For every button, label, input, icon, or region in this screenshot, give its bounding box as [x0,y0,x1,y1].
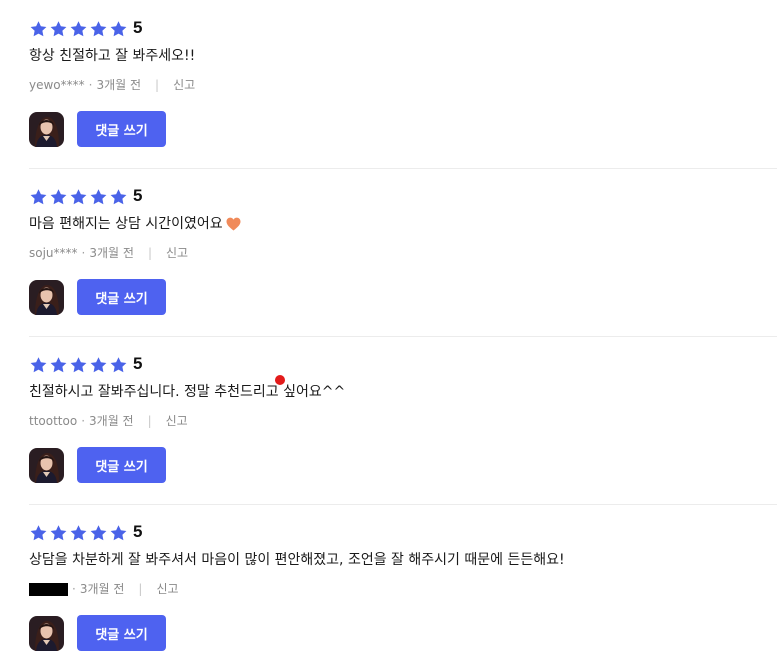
report-link[interactable]: 신고 [166,244,188,262]
reply-button[interactable]: 댓글 쓰기 [77,279,166,315]
review-text: 친절하시고 잘봐주십니다. 정말 추천드리고 싶어요^^ [29,382,777,402]
star-icon [90,524,107,540]
meta-dot: · [81,246,86,260]
rating-row: 5 [29,520,777,544]
review-actions: 댓글 쓰기 [29,447,777,483]
reviewer-name: soju**** [29,246,78,260]
review-text-content: 친절하시고 잘봐주십니다. 정말 추천드리고 싶어요^^ [29,384,346,400]
review-text: 상담을 차분하게 잘 봐주셔서 마음이 많이 편안해졌고, 조언을 잘 해주시기… [29,550,777,570]
star-icon [90,20,107,36]
rating-score: 5 [133,186,143,205]
counselor-avatar [29,615,64,651]
meta-dot: · [72,582,76,596]
reply-button[interactable]: 댓글 쓰기 [77,111,166,147]
rating-score: 5 [133,522,143,541]
counselor-avatar [29,279,64,315]
review-meta: yewo**** · 3개월 전 | 신고 [29,76,777,94]
star-icon [30,188,47,204]
rating-row: 5 [29,184,777,208]
star-icon [110,188,127,204]
report-link[interactable]: 신고 [173,76,195,94]
star-icon [50,524,67,540]
rating-score: 5 [133,354,143,373]
review-time: 3개월 전 [89,414,134,428]
report-link[interactable]: 신고 [156,580,178,598]
star-icon [70,356,87,372]
star-icon [70,524,87,540]
heart-icon [226,217,241,231]
star-icon [110,20,127,36]
star-icon [90,356,107,372]
review-time: 3개월 전 [89,246,134,260]
reviewer-name: ttoottoo [29,414,78,428]
star-rating [29,187,128,206]
review-text-content: 마음 편해지는 상담 시간이였어요 [29,216,223,232]
star-rating [29,19,128,38]
review-meta: ttoottoo · 3개월 전 | 신고 [29,412,777,430]
meta-dot: · [88,78,93,92]
reviewer-name-redacted [29,582,68,596]
star-rating [29,523,128,542]
reply-button[interactable]: 댓글 쓰기 [77,615,166,651]
reviewer-name: yewo**** [29,78,85,92]
review-item: 5 마음 편해지는 상담 시간이였어요 soju**** · 3개월 전 | 신… [0,168,777,336]
review-time: 3개월 전 [79,582,125,596]
review-text-content: 상담을 차분하게 잘 봐주셔서 마음이 많이 편안해졌고, 조언을 잘 해주시기… [29,552,565,568]
review-item: 5 친절하시고 잘봐주십니다. 정말 추천드리고 싶어요^^ ttoottoo … [0,336,777,504]
review-text: 항상 친절하고 잘 봐주세오!! [29,46,777,66]
star-icon [30,356,47,372]
star-icon [110,524,127,540]
rating-row: 5 [29,16,777,40]
report-link[interactable]: 신고 [166,412,188,430]
reply-button[interactable]: 댓글 쓰기 [77,447,166,483]
review-meta: soju**** · 3개월 전 | 신고 [29,244,777,262]
star-icon [110,356,127,372]
meta-divider: | [138,582,143,596]
meta-divider: | [147,414,152,428]
counselor-avatar [29,447,64,483]
review-item: 5 상담을 차분하게 잘 봐주셔서 마음이 많이 편안해졌고, 조언을 잘 해주… [0,504,777,672]
star-icon [90,188,107,204]
star-icon [50,188,67,204]
meta-dot: · [81,414,86,428]
star-icon [50,356,67,372]
star-rating [29,355,128,374]
counselor-avatar [29,111,64,147]
rating-row: 5 [29,352,777,376]
review-time: 3개월 전 [96,78,142,92]
star-icon [50,20,67,36]
review-text-content: 항상 친절하고 잘 봐주세오!! [29,48,196,64]
review-item: 5 항상 친절하고 잘 봐주세오!! yewo**** · 3개월 전 | 신고… [0,0,777,168]
rating-score: 5 [133,18,143,37]
star-icon [30,20,47,36]
review-list: 5 항상 친절하고 잘 봐주세오!! yewo**** · 3개월 전 | 신고… [0,0,777,672]
review-actions: 댓글 쓰기 [29,279,777,315]
star-icon [30,524,47,540]
review-actions: 댓글 쓰기 [29,615,777,651]
meta-divider: | [147,246,152,260]
review-actions: 댓글 쓰기 [29,111,777,147]
star-icon [70,20,87,36]
cursor-marker [275,375,285,385]
star-icon [70,188,87,204]
review-text: 마음 편해지는 상담 시간이였어요 [29,214,777,234]
meta-divider: | [155,78,160,92]
review-meta: · 3개월 전 | 신고 [29,580,777,598]
